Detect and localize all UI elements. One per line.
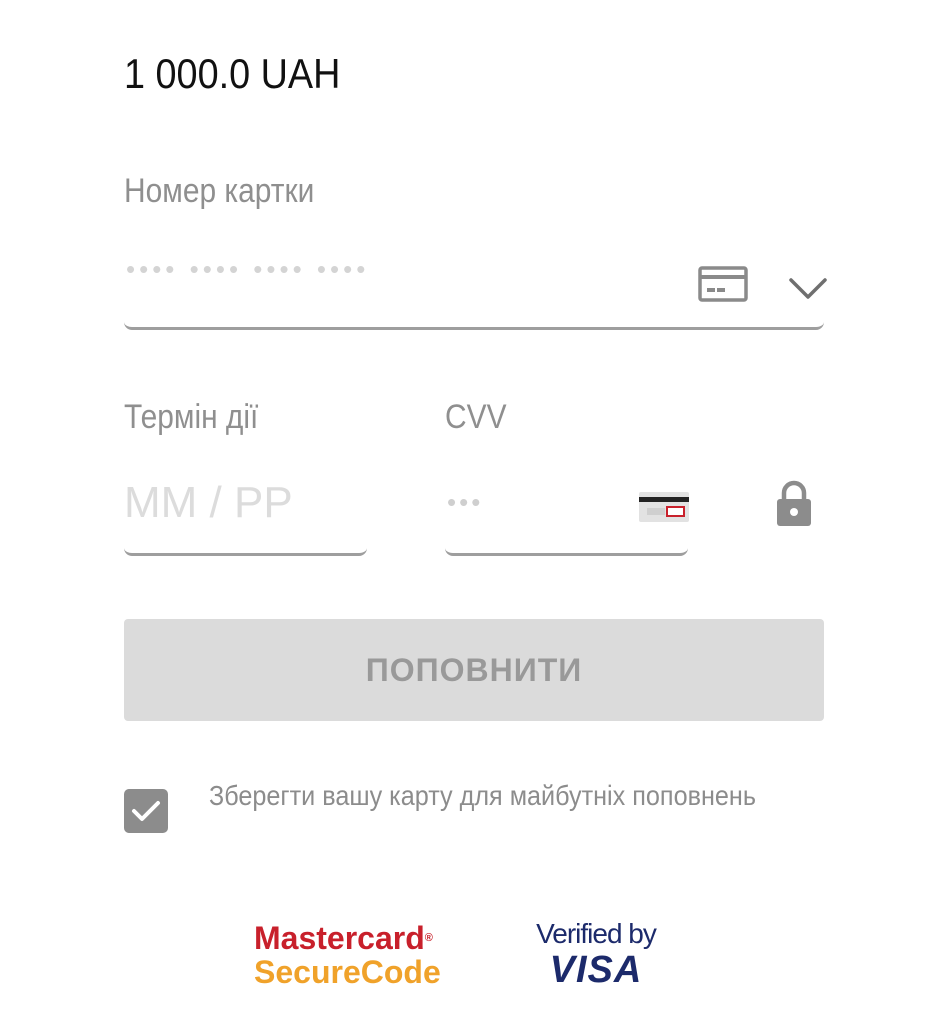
visa-text: VISA <box>549 949 643 991</box>
mastercard-securecode-logo: Mastercard® SecureCode <box>254 921 441 989</box>
lock-icon <box>777 480 811 526</box>
card-number-label: Номер картки <box>124 172 315 210</box>
cvv-label: CVV <box>445 398 507 436</box>
credit-card-icon <box>698 266 748 302</box>
expiry-label: Термін дії <box>124 398 259 436</box>
verified-by-text: Verified by <box>536 918 657 949</box>
card-cvv-icon <box>639 492 689 522</box>
checkmark-icon <box>132 801 160 821</box>
card-number-field[interactable] <box>124 242 827 330</box>
submit-button[interactable]: ПОПОВНИТИ <box>124 619 824 721</box>
securecode-text: SecureCode <box>254 954 441 990</box>
cvv-field[interactable] <box>445 466 689 556</box>
mastercard-text: Mastercard® <box>254 920 433 956</box>
expiry-input[interactable] <box>124 466 367 553</box>
verified-by-visa-logo: Verified by VISA <box>526 918 666 990</box>
save-card-label: Зберегти вашу карту для майбутніх поповн… <box>209 780 756 811</box>
save-card-checkbox[interactable] <box>124 789 168 833</box>
expiry-field[interactable] <box>124 466 367 556</box>
payment-amount: 1 000.0 UAH <box>124 50 341 97</box>
chevron-down-icon[interactable] <box>788 276 828 300</box>
